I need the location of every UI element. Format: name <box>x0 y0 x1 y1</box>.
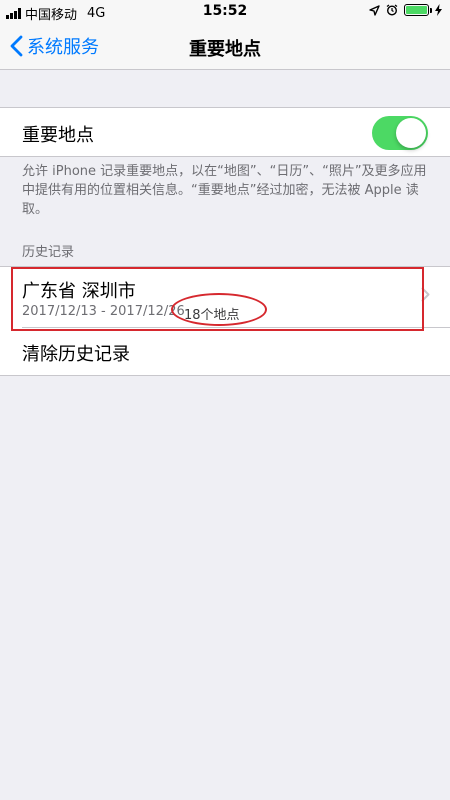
history-group: 广东省 深圳市 2017/12/13 - 2017/12/26 18个地点 清除… <box>0 266 450 376</box>
clear-history-label: 清除历史记录 <box>22 344 130 365</box>
status-bar: 中国移动 4G 15:52 <box>0 0 450 24</box>
charging-bolt-icon <box>435 4 442 16</box>
clear-history-button[interactable]: 清除历史记录 <box>0 328 450 376</box>
chevron-right-icon <box>421 287 430 302</box>
history-item-row[interactable]: 广东省 深圳市 2017/12/13 - 2017/12/26 18个地点 <box>0 267 450 327</box>
history-item-title: 广东省 深圳市 <box>22 281 136 302</box>
page-title: 重要地点 <box>189 39 261 60</box>
alarm-clock-icon <box>386 4 398 16</box>
history-item-count: 18个地点 <box>184 308 240 323</box>
location-arrow-icon <box>369 4 380 16</box>
significant-locations-label: 重要地点 <box>22 125 94 146</box>
status-right <box>369 4 442 16</box>
navigation-bar: 系统服务 重要地点 <box>0 24 450 70</box>
toggle-knob <box>396 118 426 148</box>
history-item-date-range: 2017/12/13 - 2017/12/26 <box>22 304 185 319</box>
battery-icon <box>404 4 432 16</box>
significant-locations-footer: 允许 iPhone 记录重要地点，以在“地图”、“日历”、“照片”及更多应用中提… <box>22 164 427 217</box>
significant-locations-toggle[interactable] <box>372 116 428 150</box>
history-section-header: 历史记录 <box>22 245 75 260</box>
significant-locations-group: 重要地点 <box>0 107 450 157</box>
battery-fill <box>406 6 427 14</box>
